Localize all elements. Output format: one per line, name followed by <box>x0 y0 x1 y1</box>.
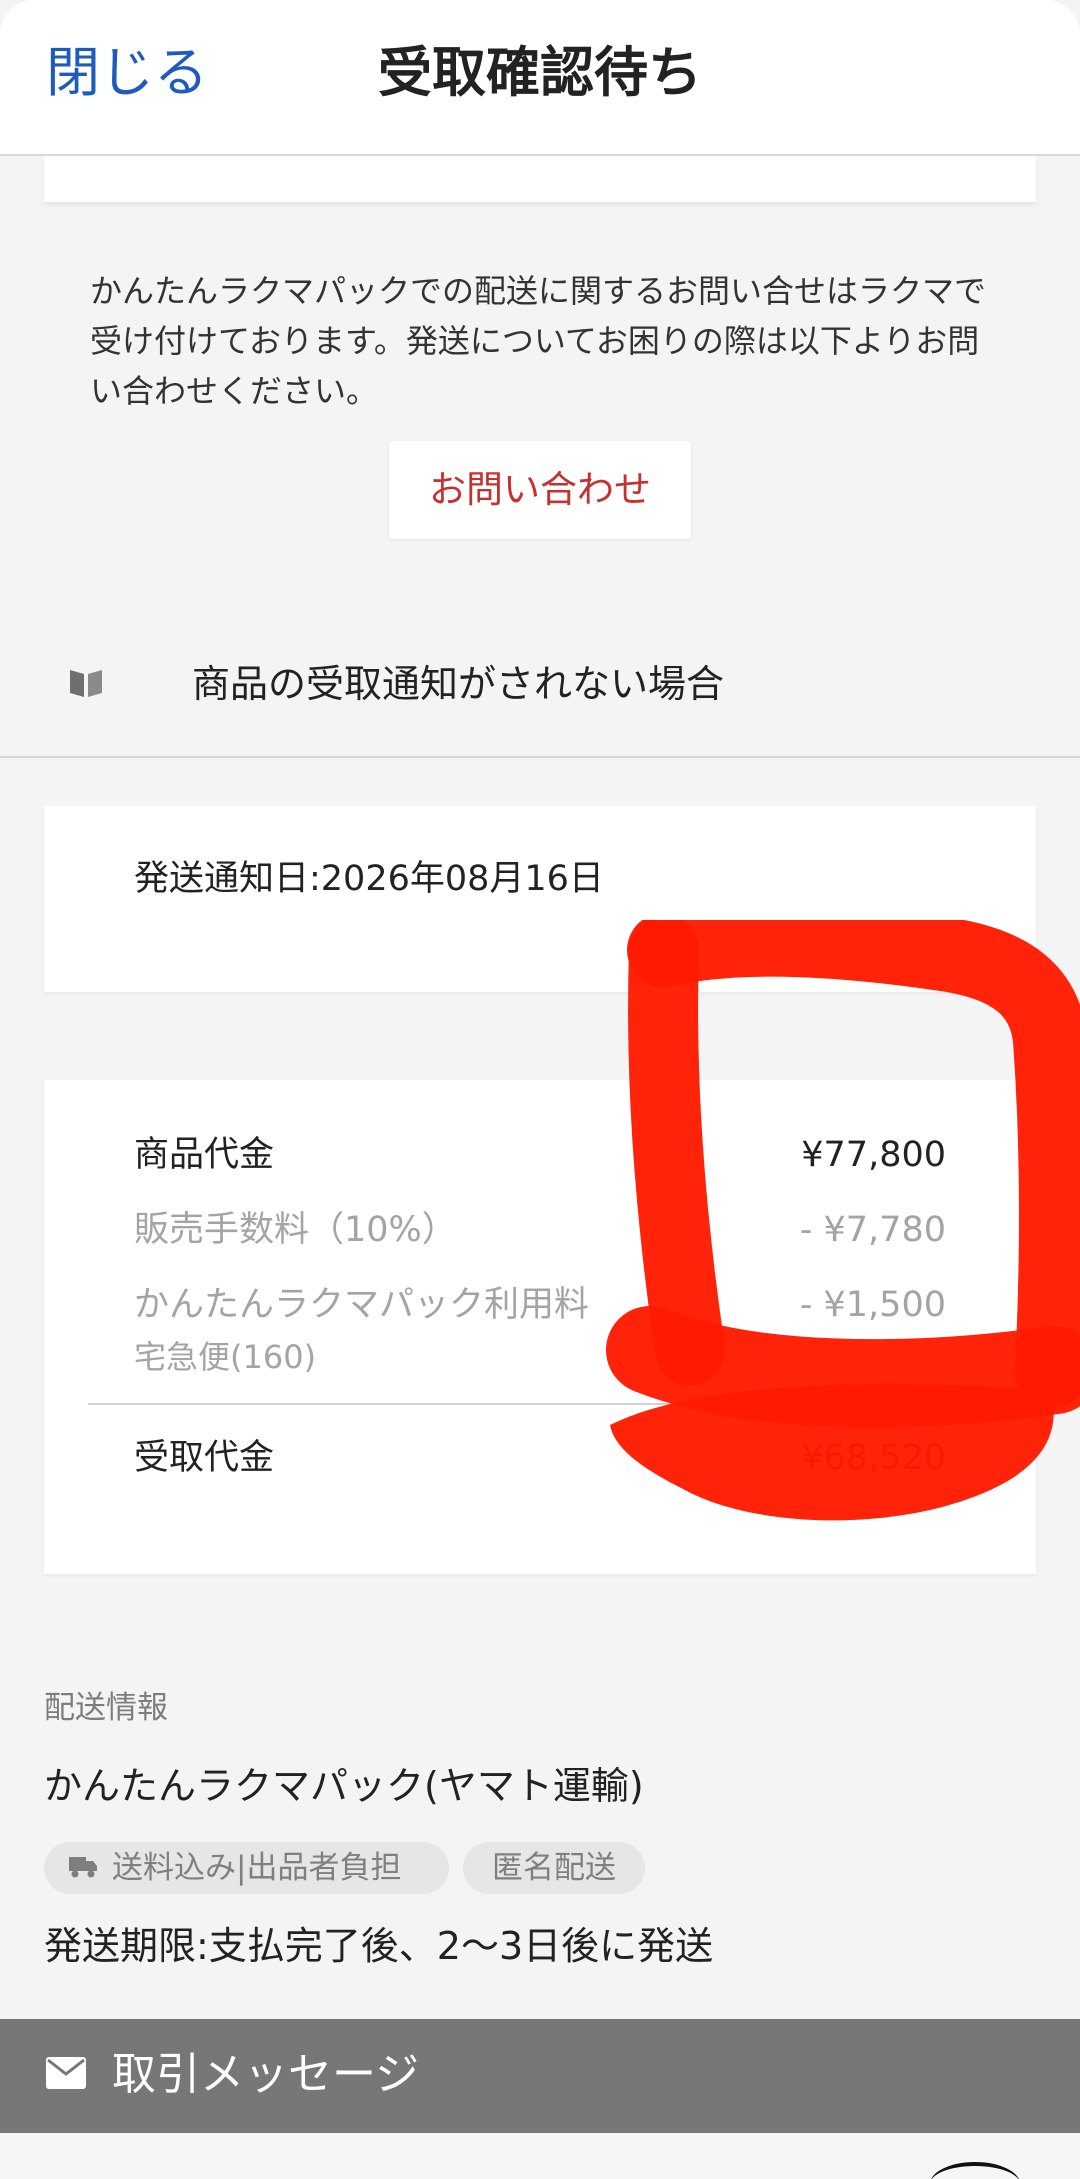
truck-icon <box>69 1857 97 1878</box>
ship-notice-date: 発送通知日:2026年08月16日 <box>134 859 604 899</box>
ship-date-card: 発送通知日:2026年08月16日 <box>44 806 1036 992</box>
transaction-message-label: 取引メッセージ <box>112 2049 420 2100</box>
shipping-fee-tag-label: 送料込み|出品者負担 <box>112 1850 402 1886</box>
header: 閉じる 受取確認待ち <box>0 0 1080 156</box>
anonymous-shipping-tag: 匿名配送 <box>463 1842 645 1894</box>
item-price-label: 商品代金 <box>134 1135 275 1175</box>
transaction-message-bar[interactable]: 取引メッセージ <box>0 2019 1080 2133</box>
shipping-info-heading: 配送情報 <box>44 1690 168 1726</box>
shipping-fee-tag: 送料込み|出品者負担 <box>44 1842 449 1894</box>
bottom-area <box>0 2133 1080 2179</box>
shipping-support-notice: かんたんラクマパックでの配送に関するお問い合せはラクマで受け付けております。発送… <box>90 272 987 410</box>
previous-card-bottom <box>44 156 1036 202</box>
transaction-screen: 閉じる 受取確認待ち かんたんラクマパックでの配送に関するお問い合せはラクマで受… <box>0 0 1080 2179</box>
sales-fee-value: - ¥7,780 <box>799 1210 946 1250</box>
item-price-value: ¥77,800 <box>801 1135 946 1175</box>
pack-fee-label: かんたんラクマパック利用料 <box>134 1285 590 1325</box>
received-amount-label: 受取代金 <box>134 1438 275 1478</box>
contact-button[interactable]: お問い合わせ <box>389 441 691 539</box>
book-icon <box>70 670 102 697</box>
price-divider <box>88 1403 992 1405</box>
pack-fee-sub-label: 宅急便(160) <box>134 1338 317 1376</box>
shipping-method: かんたんラクマパック(ヤマト運輸) <box>44 1764 644 1808</box>
pack-fee-value: - ¥1,500 <box>799 1285 946 1325</box>
mail-icon <box>46 2057 86 2089</box>
page-title: 受取確認待ち <box>378 41 702 104</box>
shipping-deadline: 発送期限:支払完了後、2〜3日後に発送 <box>44 1924 714 1968</box>
received-amount-value: ¥68,520 <box>801 1438 946 1478</box>
price-breakdown-card: 商品代金 ¥77,800 販売手数料（10%） - ¥7,780 かんたんラクマ… <box>44 1080 1036 1574</box>
help-link-row[interactable]: 商品の受取通知がされない場合 <box>0 628 1080 758</box>
help-link-label: 商品の受取通知がされない場合 <box>192 662 725 706</box>
sales-fee-label: 販売手数料（10%） <box>134 1210 457 1250</box>
